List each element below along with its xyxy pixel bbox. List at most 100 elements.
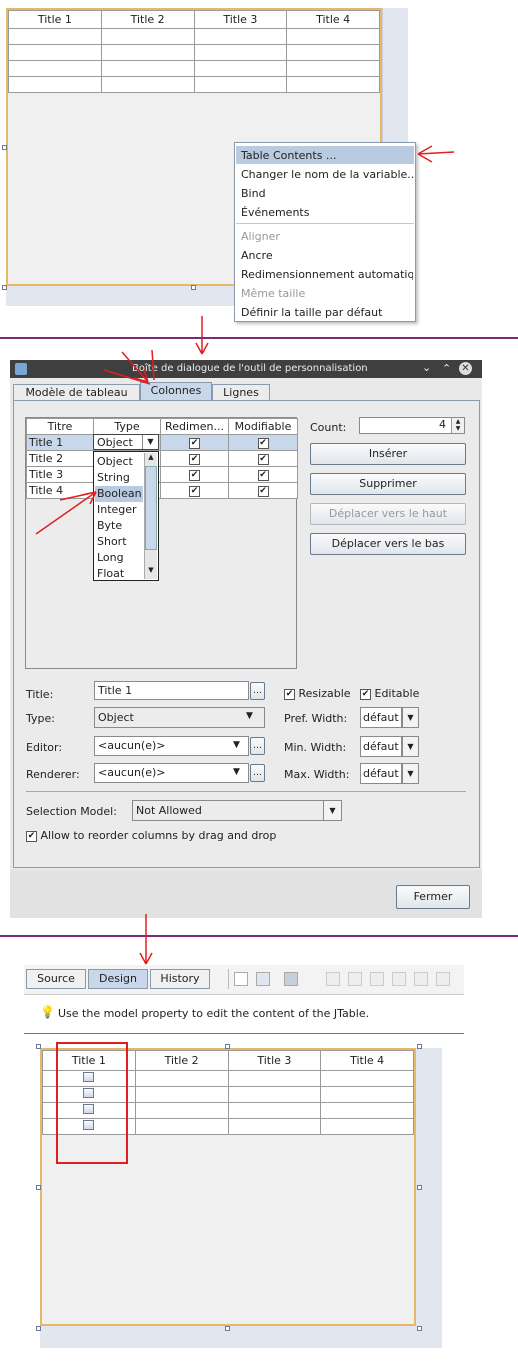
min-width-field[interactable]: défaut [360,736,402,757]
selection-handle[interactable] [36,1185,41,1190]
table-header-cell[interactable]: Title 2 [134,1050,229,1071]
down-arrow[interactable]: ▼ [402,763,419,784]
align-right-icon [348,972,362,986]
table-cell [320,1118,414,1135]
pref-width-field[interactable]: défaut [360,707,402,728]
scroll-down-icon[interactable]: ▼ [145,566,157,578]
selection-handle[interactable] [36,1044,41,1049]
down-arrow[interactable]: ▼ [402,707,419,728]
checkmark-icon: ✔ [360,688,371,700]
selection-mode-icon[interactable] [234,972,248,986]
arrow-to-columns-tab [121,351,149,383]
title-field-value: Title 1 [98,684,133,697]
hint-separator [24,1033,464,1034]
renderer-select[interactable]: <aucun(e)> [94,763,249,783]
resizable-checkbox[interactable]: ✔ Resizable [284,687,351,700]
align-top-icon [392,972,406,986]
close-button[interactable]: Fermer [396,885,470,909]
preview-icon[interactable] [284,972,298,986]
arrow-to-table-contents [417,145,455,163]
type-option[interactable]: Float [95,566,143,582]
table-cell [227,1070,322,1087]
title-browse-button[interactable]: … [250,682,265,700]
type-label: Type: [26,712,55,725]
annotation-arrows [35,349,155,535]
reorder-checkbox[interactable]: ✔ Allow to reorder columns by drag and d… [26,829,276,842]
table-cell [320,1102,414,1119]
table-cell [134,1086,229,1103]
editor-select-value: <aucun(e)> [98,739,166,752]
renderer-browse-button[interactable]: … [250,764,265,782]
title-field[interactable]: Title 1 [94,681,249,700]
renderer-label: Renderer: [26,768,80,781]
pref-width-value: défaut [363,711,399,724]
align-left-icon [326,972,340,986]
pref-width-label: Pref. Width: [284,712,348,725]
selection-handle[interactable] [417,1185,422,1190]
center-horizontally-icon [370,972,384,986]
table-cell [227,1118,322,1135]
checkmark-icon: ✔ [284,688,295,700]
min-width-label: Min. Width: [284,741,347,754]
connection-mode-icon[interactable] [256,972,270,986]
hint-bar: 💡 Use the model property to edit the con… [24,1002,464,1030]
type-select-value: Object [98,711,134,724]
align-bottom-icon [414,972,428,986]
selection-handle[interactable] [36,1326,41,1331]
arrow-down [139,914,153,965]
min-width-value: défaut [363,740,399,753]
table-cell [227,1102,322,1119]
resizable-label: Resizable [298,687,351,700]
selection-handle[interactable] [417,1044,422,1049]
down-arrow[interactable]: ▼ [233,740,240,750]
down-arrow[interactable]: ▼ [233,767,240,777]
editor-browse-button[interactable]: … [250,737,265,755]
selection-handle[interactable] [225,1044,230,1049]
table-cell [320,1086,414,1103]
max-width-value: défaut [363,767,399,780]
table-cell [134,1070,229,1087]
tab-source[interactable]: Source [26,969,86,989]
down-arrow[interactable]: ▼ [323,800,342,821]
section-divider [0,337,518,339]
designer-bottom: Title 1 Title 2 Title 3 Title 4 [24,1040,464,1360]
max-width-field[interactable]: défaut [360,763,402,784]
center-vertically-icon [436,972,450,986]
tab-history[interactable]: History [150,969,210,989]
table-header-cell[interactable]: Title 4 [320,1050,414,1071]
table-cell [320,1070,414,1087]
hint-text: Use the model property to edit the conte… [58,1007,370,1020]
selection-handle[interactable] [417,1326,422,1331]
form-bottom-edge [40,1326,442,1348]
highlight-box [56,1042,128,1164]
max-width-label: Max. Width: [284,768,350,781]
renderer-select-value: <aucun(e)> [98,766,166,779]
type-select[interactable]: Object [94,707,265,728]
toolbar-separator [228,969,229,989]
editor-toolbar: Source Design History [24,965,464,995]
arrow-to-columns-tab [151,349,155,381]
editable-label: Editable [374,687,420,700]
down-arrow[interactable]: ▼ [246,711,253,721]
table-cell [227,1086,322,1103]
editable-checkbox[interactable]: ✔ Editable [360,687,419,700]
editor-label: Editor: [26,741,63,754]
selection-model-select[interactable]: Not Allowed [132,800,324,821]
checkmark-icon: ✔ [26,830,37,842]
table-cell [134,1118,229,1135]
down-arrow[interactable]: ▼ [402,736,419,757]
tab-design[interactable]: Design [88,969,148,989]
editor-select[interactable]: <aucun(e)> [94,736,249,756]
table-header-cell[interactable]: Title 3 [227,1050,322,1071]
annotation-arrows [139,914,153,965]
selection-model-label: Selection Model: [26,805,117,818]
separator [26,791,466,792]
type-option[interactable]: Long [95,550,143,566]
selection-model-value: Not Allowed [136,804,202,817]
selection-handle[interactable] [225,1326,230,1331]
table-cell [134,1102,229,1119]
reorder-label: Allow to reorder columns by drag and dro… [40,829,277,842]
annotation-arrows [195,145,455,355]
lightbulb-icon: 💡 [40,1005,55,1019]
title-label: Title: [26,688,54,701]
